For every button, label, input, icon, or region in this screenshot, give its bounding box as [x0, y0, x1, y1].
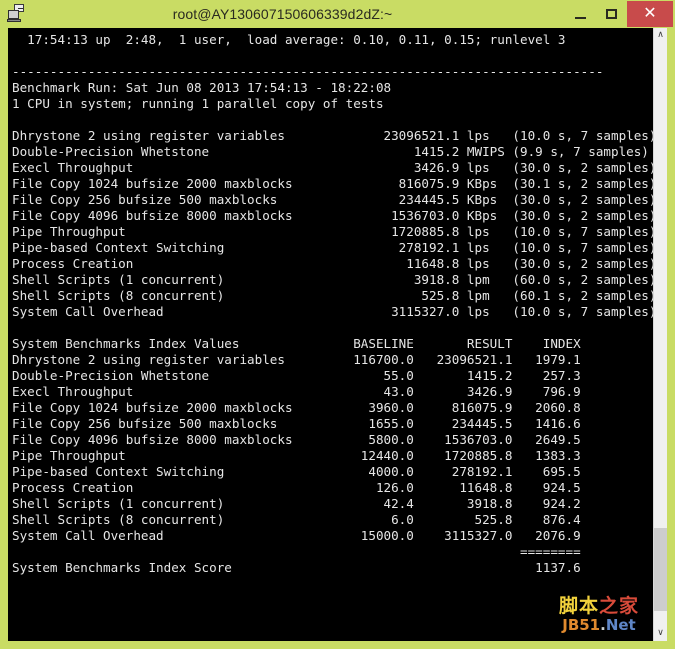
terminal-area: 17:54:13 up 2:48, 1 user, load average: …: [8, 28, 667, 641]
terminal-scrollbar[interactable]: ∧ ∨: [653, 28, 667, 641]
terminal-line: File Copy 4096 bufsize 8000 maxblocks 15…: [12, 208, 653, 223]
minimize-button[interactable]: [565, 1, 596, 27]
terminal-line: File Copy 1024 bufsize 2000 maxblocks 39…: [12, 400, 581, 415]
terminal-line: 17:54:13 up 2:48, 1 user, load average: …: [12, 32, 566, 47]
terminal-line: Shell Scripts (1 concurrent) 42.4 3918.8…: [12, 496, 581, 511]
window-title: root@AY130607150606339d2dZ:~: [172, 6, 393, 22]
maximize-icon: [606, 9, 617, 19]
terminal-line: Pipe-based Context Switching 4000.0 2781…: [12, 464, 581, 479]
terminal-line: Shell Scripts (1 concurrent) 3918.8 lpm …: [12, 272, 653, 287]
terminal-line: File Copy 256 bufsize 500 maxblocks 1655…: [12, 416, 581, 431]
terminal-line: File Copy 4096 bufsize 8000 maxblocks 58…: [12, 432, 581, 447]
close-button[interactable]: ✕: [627, 1, 673, 27]
window-controls: ✕: [565, 0, 675, 28]
putty-computers-icon: [6, 3, 28, 25]
terminal-line: Double-Precision Whetstone 55.0 1415.2 2…: [12, 368, 581, 383]
terminal-line: Execl Throughput 3426.9 lps (30.0 s, 2 s…: [12, 160, 653, 175]
terminal-line: ----------------------------------------…: [12, 64, 604, 79]
scroll-up-arrow-icon[interactable]: ∧: [654, 28, 667, 43]
putty-terminal-window: root@AY130607150606339d2dZ:~ ✕ 17:54:13 …: [0, 0, 675, 649]
terminal-line: Dhrystone 2 using register variables 116…: [12, 352, 581, 367]
terminal-line: File Copy 256 bufsize 500 maxblocks 2344…: [12, 192, 653, 207]
terminal-line: Pipe Throughput 12440.0 1720885.8 1383.3: [12, 448, 581, 463]
minimize-icon: [575, 16, 586, 19]
terminal-line: System Call Overhead 3115327.0 lps (10.0…: [12, 304, 653, 319]
terminal-line: Process Creation 126.0 11648.8 924.5: [12, 480, 581, 495]
terminal-line: 1 CPU in system; running 1 parallel copy…: [12, 96, 384, 111]
terminal-line: File Copy 1024 bufsize 2000 maxblocks 81…: [12, 176, 653, 191]
terminal-line: Pipe Throughput 1720885.8 lps (10.0 s, 7…: [12, 224, 653, 239]
terminal-line: System Benchmarks Index Values BASELINE …: [12, 336, 581, 351]
terminal-line: Double-Precision Whetstone 1415.2 MWIPS …: [12, 144, 649, 159]
terminal-line: Dhrystone 2 using register variables 230…: [12, 128, 653, 143]
terminal-output[interactable]: 17:54:13 up 2:48, 1 user, load average: …: [8, 28, 653, 641]
scrollbar-thumb[interactable]: [654, 528, 667, 611]
maximize-button[interactable]: [596, 1, 627, 27]
terminal-line: Shell Scripts (8 concurrent) 6.0 525.8 8…: [12, 512, 581, 527]
close-icon: ✕: [643, 5, 657, 22]
terminal-line: System Call Overhead 15000.0 3115327.0 2…: [12, 528, 581, 543]
terminal-line: System Benchmarks Index Score 1137.6: [12, 560, 581, 575]
terminal-line: Shell Scripts (8 concurrent) 525.8 lpm (…: [12, 288, 653, 303]
window-titlebar[interactable]: root@AY130607150606339d2dZ:~ ✕: [0, 0, 675, 28]
terminal-line: Process Creation 11648.8 lps (30.0 s, 2 …: [12, 256, 653, 271]
terminal-line: Benchmark Run: Sat Jun 08 2013 17:54:13 …: [12, 80, 392, 95]
terminal-line: Execl Throughput 43.0 3426.9 796.9: [12, 384, 581, 399]
terminal-line: Pipe-based Context Switching 278192.1 lp…: [12, 240, 653, 255]
terminal-line: ========: [12, 544, 581, 559]
scroll-down-arrow-icon[interactable]: ∨: [654, 626, 667, 641]
